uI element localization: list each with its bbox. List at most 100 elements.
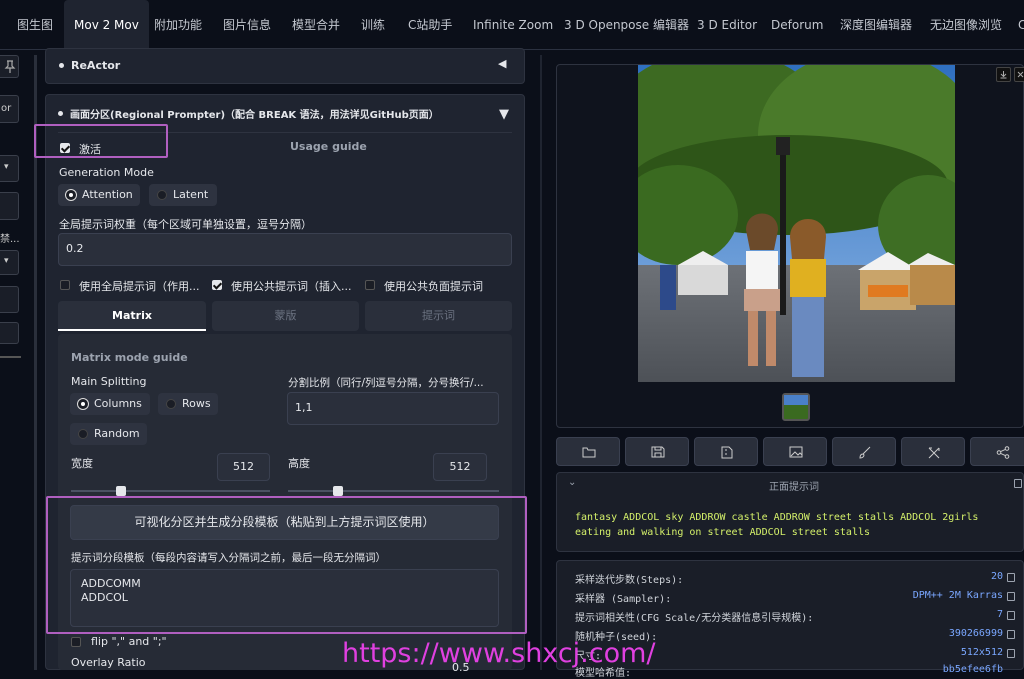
- info-label: 采样迭代步数(Steps):: [575, 575, 684, 586]
- height-slider[interactable]: [288, 490, 499, 492]
- overlay-ratio-label: Overlay Ratio: [71, 656, 146, 669]
- subtab-mask[interactable]: 蒙版: [212, 301, 359, 331]
- tab-extras[interactable]: 附加功能: [154, 0, 202, 50]
- tab-infinite-zoom[interactable]: Infinite Zoom: [473, 0, 553, 50]
- subtab-matrix[interactable]: Matrix: [58, 301, 206, 331]
- tab-3d-editor[interactable]: 3 D Editor: [697, 0, 757, 50]
- tab-openpose-editor[interactable]: 3 D Openpose 编辑器: [564, 0, 689, 50]
- thumbnail[interactable]: [782, 393, 810, 421]
- tab-depth-editor[interactable]: 深度图编辑器: [840, 0, 912, 50]
- copy-icon[interactable]: [1007, 592, 1015, 601]
- width-slider[interactable]: [71, 490, 270, 492]
- tab-train[interactable]: 训练: [361, 0, 385, 50]
- folder-icon: [582, 447, 596, 458]
- collapse-left-icon[interactable]: ◀: [498, 57, 506, 70]
- chevron-down-icon: ▾: [4, 162, 9, 172]
- split-rows-radio[interactable]: Rows: [158, 393, 218, 415]
- watermark: https://www.shxcj.com/: [342, 638, 656, 669]
- split-columns-label: Columns: [94, 397, 142, 410]
- mode-attention-radio[interactable]: Attention: [58, 184, 140, 206]
- left-dropdown-1[interactable]: ▾: [0, 155, 19, 182]
- copy-icon[interactable]: [1007, 649, 1015, 658]
- chevron-down-icon: ▾: [4, 256, 9, 266]
- tab-merge[interactable]: 模型合并: [292, 0, 340, 50]
- send-to-img2img-button[interactable]: [763, 437, 827, 466]
- use-common-checkbox[interactable]: [212, 280, 222, 290]
- zip-icon: [721, 446, 733, 459]
- tab-civitai-helper[interactable]: C站助手: [408, 0, 452, 50]
- share-button[interactable]: [970, 437, 1024, 466]
- open-folder-button[interactable]: [556, 437, 620, 466]
- tab-deforum[interactable]: Deforum: [771, 0, 823, 50]
- send-to-inpaint-button[interactable]: [832, 437, 896, 466]
- tab-more[interactable]: C: [1018, 0, 1024, 50]
- brush-icon: [859, 446, 871, 459]
- regional-title: 画面分区(Regional Prompter)（配合 BREAK 语法，用法详见…: [70, 110, 439, 121]
- save-icon: [651, 446, 665, 458]
- split-random-label: Random: [94, 427, 140, 440]
- tab-img2img[interactable]: 图生图: [17, 0, 53, 50]
- bullet-icon: [59, 63, 64, 68]
- left-field-2[interactable]: [0, 192, 19, 220]
- split-random-radio[interactable]: Random: [70, 423, 147, 445]
- image-icon: [789, 446, 803, 458]
- flip-checkbox[interactable]: [71, 637, 81, 647]
- generated-image[interactable]: [638, 65, 955, 382]
- info-label: 提示词相关性(CFG Scale/无分类器信息引导规模):: [575, 613, 814, 624]
- height-label: 高度: [288, 457, 310, 470]
- highlight-box-activate: [34, 124, 168, 158]
- info-value: 512x512: [960, 647, 1003, 658]
- info-value: 20: [990, 571, 1003, 582]
- pin-button[interactable]: [0, 55, 19, 78]
- collapse-down-icon[interactable]: ▼: [499, 107, 509, 122]
- info-row-cfg: 提示词相关性(CFG Scale/无分类器信息引导规模): 7: [575, 609, 1015, 624]
- height-input[interactable]: 512: [433, 453, 487, 481]
- left-field-3[interactable]: [0, 286, 19, 313]
- copy-icon[interactable]: [1007, 611, 1015, 620]
- left-field-4[interactable]: [0, 322, 19, 344]
- left-dropdown-2[interactable]: ▾: [0, 250, 19, 275]
- width-input[interactable]: 512: [217, 453, 270, 481]
- split-columns-radio[interactable]: Columns: [70, 393, 150, 415]
- pin-icon: [4, 60, 16, 73]
- use-common-negative-checkbox[interactable]: [365, 280, 375, 290]
- left-field-1[interactable]: or: [0, 95, 19, 123]
- zip-button[interactable]: [694, 437, 758, 466]
- left-divider: [0, 356, 21, 358]
- left-text-1: or: [1, 103, 12, 114]
- tab-png-info[interactable]: 图片信息: [223, 0, 271, 50]
- download-icon[interactable]: [996, 67, 1011, 82]
- prompt-output-text: fantasy ADDCOL sky ADDROW castle ADDROW …: [575, 512, 979, 538]
- height-slider-handle[interactable]: [333, 486, 343, 496]
- split-rows-label: Rows: [182, 397, 211, 410]
- mode-latent-radio[interactable]: Latent: [149, 184, 217, 206]
- generation-mode-label: Generation Mode: [59, 166, 154, 179]
- column-divider: [540, 55, 542, 670]
- copy-icon[interactable]: [1007, 573, 1015, 582]
- subtab-prompt[interactable]: 提示词: [365, 301, 512, 331]
- tab-infinite-browser[interactable]: 无边图像浏览: [930, 0, 1002, 50]
- mode-latent-label: Latent: [173, 188, 209, 201]
- info-value: 390266999: [948, 628, 1003, 639]
- width-slider-handle[interactable]: [116, 486, 126, 496]
- reactor-accordion[interactable]: ReActor ◀: [45, 48, 525, 84]
- copy-icon[interactable]: [1007, 630, 1015, 639]
- tab-mov2mov[interactable]: Mov 2 Mov: [64, 0, 149, 50]
- thumbnail-sky: [784, 395, 808, 405]
- info-row-steps: 采样迭代步数(Steps): 20: [575, 571, 1015, 586]
- left-text-2: 禁...: [0, 234, 20, 245]
- close-icon[interactable]: [1014, 67, 1024, 82]
- divide-ratio-input[interactable]: 1,1: [287, 392, 499, 425]
- highlight-box-template: [46, 496, 527, 634]
- matrix-guide-title: Matrix mode guide: [71, 351, 188, 364]
- prompt-output-header: 正面提示词: [769, 482, 819, 493]
- base-ratio-input[interactable]: 0.2: [58, 233, 512, 266]
- info-value: DPM++ 2M Karras: [912, 590, 1003, 601]
- send-to-extras-button[interactable]: [901, 437, 965, 466]
- use-base-checkbox[interactable]: [60, 280, 70, 290]
- chevron-down-icon[interactable]: ⌄: [568, 477, 576, 488]
- base-ratio-label: 全局提示词权重（每个区域可单独设置，逗号分隔）: [59, 218, 312, 231]
- usage-guide-link[interactable]: Usage guide: [290, 140, 367, 153]
- save-button[interactable]: [625, 437, 689, 466]
- copy-icon[interactable]: [1014, 479, 1022, 488]
